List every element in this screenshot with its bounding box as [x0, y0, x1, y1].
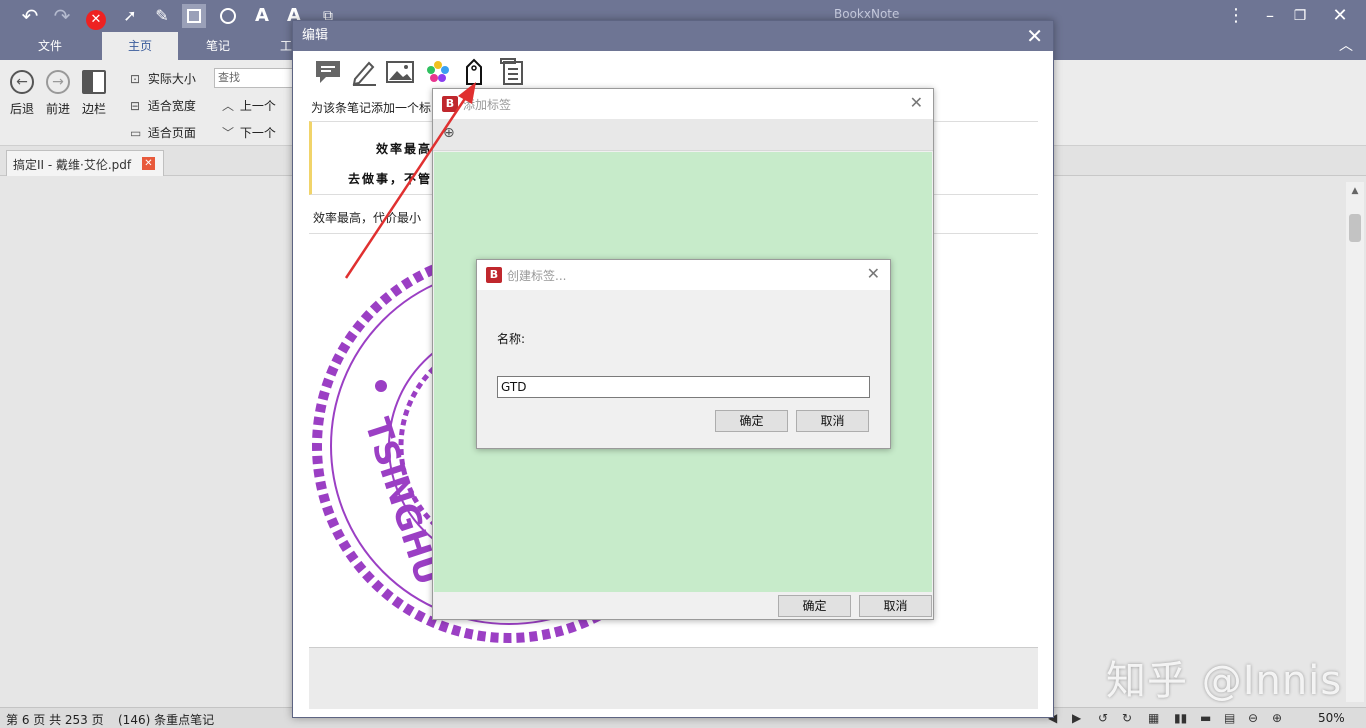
color-palette-icon[interactable]	[423, 57, 453, 87]
create-tag-dialog: B 创建标签... ✕ 名称: 确定 取消	[476, 259, 891, 449]
chevron-down-icon: ﹀	[222, 126, 235, 140]
back-arrow-icon: ←	[10, 70, 34, 94]
more-menu-icon[interactable]: ⋮	[1224, 4, 1248, 28]
create-tag-close-icon[interactable]: ✕	[867, 264, 880, 283]
redo-icon[interactable]: ↷	[50, 4, 74, 28]
actual-size-button[interactable]: ⊡ 实际大小	[130, 70, 196, 87]
rotate-left-icon[interactable]: ↺	[1098, 711, 1108, 725]
continuous-page-icon[interactable]: ▤	[1224, 711, 1235, 725]
create-tag-dialog-title: 创建标签...	[507, 269, 567, 283]
zoom-level: 50%	[1318, 711, 1345, 725]
quote-line-1: 效率最高	[376, 142, 433, 156]
ellipse-tool-icon[interactable]	[216, 4, 240, 28]
scroll-up-icon[interactable]: ▲	[1346, 186, 1364, 196]
notes-count: (146) 条重点笔记	[118, 713, 215, 727]
rotate-right-icon[interactable]: ↻	[1122, 711, 1132, 725]
pen-note-icon[interactable]	[349, 57, 379, 87]
create-tag-dialog-header: B 创建标签... ✕	[477, 260, 890, 290]
tag-name-input[interactable]	[497, 376, 870, 398]
add-tag-dialog-header: B 添加标签 ✕	[433, 89, 933, 119]
comment-icon[interactable]	[313, 57, 343, 87]
rectangle-tool-icon[interactable]	[182, 4, 206, 28]
fit-page-button[interactable]: ▭ 适合页面	[130, 124, 196, 141]
tab-file[interactable]: 文件	[20, 32, 80, 60]
forward-button[interactable]: → 前进	[40, 70, 76, 117]
add-tag-dialog-title: 添加标签	[463, 98, 512, 112]
tag-icon[interactable]	[459, 57, 489, 87]
name-label: 名称:	[497, 332, 526, 346]
next-result-button[interactable]: ﹀ 下一个	[222, 124, 276, 141]
window-close-icon[interactable]: ✕	[1328, 4, 1352, 28]
back-button[interactable]: ← 后退	[4, 70, 40, 117]
page-info: 第 6 页 共 253 页	[6, 713, 104, 727]
undo-icon[interactable]: ↶	[18, 4, 42, 28]
sidebar-icon	[82, 70, 106, 94]
zoom-out-icon[interactable]: ⊖	[1248, 711, 1258, 725]
forward-arrow-icon: →	[46, 70, 70, 94]
add-tag-close-icon[interactable]: ✕	[910, 93, 923, 112]
app-title: BookxNote	[834, 7, 900, 21]
tag-hint-text: 为该条笔记添加一个标	[311, 101, 432, 115]
note-text[interactable]: 效率最高，代价最小	[313, 209, 421, 226]
edit-dialog-close-icon[interactable]: ✕	[1026, 21, 1043, 51]
image-icon[interactable]	[385, 57, 415, 87]
pointer-icon[interactable]: ➚	[118, 4, 142, 28]
add-tag-icon[interactable]: ⊕	[443, 125, 455, 141]
grid-view-icon[interactable]: ▦	[1148, 711, 1159, 725]
create-tag-ok-button[interactable]: 确定	[715, 410, 788, 432]
two-page-icon[interactable]: ▮▮	[1174, 711, 1187, 725]
text-tool-icon[interactable]: A	[250, 4, 274, 28]
app-logo-icon: B	[442, 96, 458, 112]
prev-result-button[interactable]: ︿ 上一个	[222, 97, 276, 114]
tag-toolbar: ⊕	[433, 119, 933, 151]
app-logo-icon: B	[486, 267, 502, 283]
fit-width-icon: ⊟	[130, 99, 141, 113]
zoom-in-icon[interactable]: ⊕	[1272, 711, 1282, 725]
watermark: 知乎 @Innis	[1106, 658, 1343, 704]
add-tag-cancel-button[interactable]: 取消	[859, 595, 932, 617]
tab-notes[interactable]: 笔记	[186, 32, 250, 60]
pen-icon[interactable]: ✎	[150, 4, 174, 28]
actual-size-icon: ⊡	[130, 72, 141, 86]
add-tag-ok-button[interactable]: 确定	[778, 595, 851, 617]
chevron-up-icon: ︿	[222, 99, 235, 113]
edit-dialog-footer	[309, 647, 1038, 709]
next-page-icon[interactable]: ▶	[1072, 711, 1081, 725]
restore-icon[interactable]: ❐	[1288, 4, 1312, 28]
scroll-thumb[interactable]	[1349, 214, 1361, 242]
vertical-scrollbar[interactable]: ▲	[1346, 182, 1364, 702]
document-tab[interactable]: 搞定II - 戴维·艾伦.pdf ✕	[6, 150, 164, 176]
clipboard-icon[interactable]	[497, 57, 527, 87]
minimize-icon[interactable]: –	[1258, 4, 1282, 28]
single-page-icon[interactable]: ▬	[1200, 711, 1211, 725]
create-tag-cancel-button[interactable]: 取消	[796, 410, 869, 432]
edit-dialog-title: 编辑	[293, 21, 1053, 51]
close-tab-icon[interactable]: ✕	[142, 157, 155, 170]
close-circle-icon[interactable]: ✕	[84, 4, 108, 30]
fit-width-button[interactable]: ⊟ 适合宽度	[130, 97, 196, 114]
collapse-ribbon-icon[interactable]: ︿	[1334, 34, 1358, 58]
search-input[interactable]: 查找	[214, 68, 294, 88]
tab-home[interactable]: 主页	[102, 32, 178, 60]
quote-line-2: 去做事，不管	[348, 172, 433, 186]
fit-page-icon: ▭	[130, 126, 142, 140]
sidebar-button[interactable]: 边栏	[76, 70, 112, 117]
